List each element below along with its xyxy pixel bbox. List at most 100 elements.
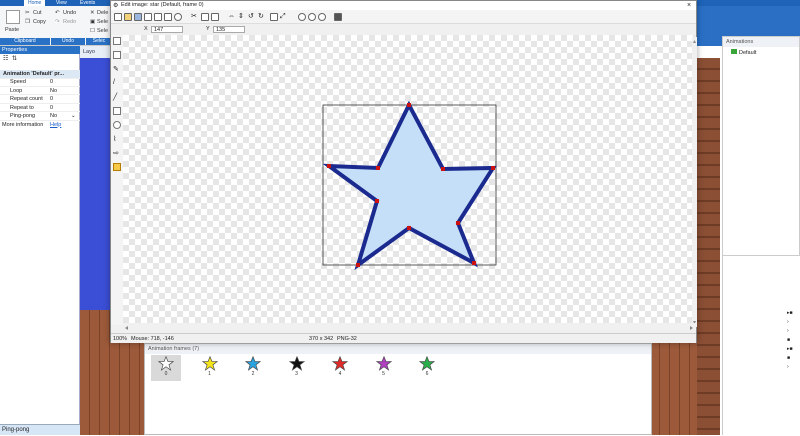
collision-point[interactable] (375, 199, 379, 203)
chevron-right-icon[interactable]: › (787, 364, 799, 370)
layout-right-strip (697, 58, 720, 435)
x-input[interactable]: 147 (151, 26, 183, 33)
hotspot-coords: X 147 Y 135 (111, 24, 696, 35)
animation-frame[interactable]: 6 (412, 355, 442, 381)
prop-row-loop[interactable]: Loop No (0, 87, 80, 95)
redo-button[interactable]: Redo (63, 19, 76, 25)
collision-point[interactable] (472, 261, 476, 265)
vertical-scrollbar[interactable] (692, 37, 698, 327)
editor-canvas[interactable] (123, 35, 695, 325)
line-tool-icon[interactable]: ╱ (113, 93, 121, 101)
chevron-right-icon[interactable]: › (787, 328, 799, 334)
pencil-tool-icon[interactable]: ✎ (113, 65, 121, 73)
zoom-in-icon[interactable] (298, 13, 306, 21)
prop-row-ping-pong[interactable]: Ping-pong No ⌄ (0, 112, 80, 121)
frame-number: 2 (251, 371, 255, 377)
copy-icon[interactable] (201, 13, 209, 21)
chevron-right-icon[interactable]: › (787, 319, 799, 325)
resize-icon[interactable] (174, 13, 182, 21)
image-size: 370 x 342 (309, 336, 334, 342)
frame-number: 0 (164, 371, 168, 377)
open-icon[interactable] (124, 13, 132, 21)
select-icon: ▣ (90, 19, 96, 25)
collision-point[interactable] (376, 166, 380, 170)
frame-number: 5 (382, 371, 385, 377)
help-link[interactable]: Help (50, 121, 61, 130)
image-settings-icon[interactable] (334, 13, 342, 21)
save-icon[interactable] (134, 13, 142, 21)
collision-point[interactable] (456, 221, 460, 225)
rotate-left-icon[interactable]: ↺ (248, 13, 256, 21)
collision-polygon-tool-icon[interactable] (113, 163, 121, 171)
folder-icon[interactable]: ▸■ (787, 310, 799, 316)
crop-icon[interactable] (164, 13, 172, 21)
y-input[interactable]: 135 (213, 26, 245, 33)
categorize-icon[interactable]: ☷ (3, 55, 8, 62)
prop-row-repeat-count[interactable]: Repeat count 0 (0, 95, 80, 104)
eyedropper-tool-icon[interactable]: ⌇ (113, 135, 121, 143)
select-all-button[interactable]: Sele (97, 28, 108, 34)
hotspot-tool-icon[interactable]: ⇨ (113, 149, 121, 157)
new-icon[interactable] (114, 13, 122, 21)
eraser-tool-icon[interactable] (113, 51, 121, 59)
flip-icon[interactable]: ⇕ (238, 13, 246, 21)
fullscreen-icon[interactable]: ⤢ (280, 13, 288, 21)
prop-row-repeat-to[interactable]: Repeat to 0 (0, 104, 80, 112)
animations-title: Animations (723, 37, 799, 47)
select-all-icon: ☐ (90, 28, 95, 34)
close-button[interactable]: × (684, 1, 694, 10)
delete-button[interactable]: Dele (97, 10, 108, 16)
animation-frame[interactable]: 5 (369, 355, 399, 381)
star-image (322, 100, 497, 271)
folder-icon[interactable]: ▸■ (787, 346, 799, 352)
animation-frames-panel: Animation frames (7) 0 1 2 3 4 5 6 (144, 343, 652, 435)
mouse-position: Mouse: 718, -146 (131, 336, 174, 342)
animation-item-default[interactable]: Default (731, 49, 761, 57)
brush-tool-icon[interactable]: / (113, 79, 121, 87)
paste-button[interactable]: Paste (5, 27, 19, 33)
cut-icon[interactable]: ✂ (191, 13, 199, 21)
fill-tool-icon[interactable] (113, 121, 121, 129)
zoom-reset-icon[interactable] (318, 13, 326, 21)
collision-point[interactable] (356, 263, 360, 267)
rotate-right-icon[interactable]: ↻ (258, 13, 266, 21)
collision-point[interactable] (441, 167, 445, 171)
frame-number: 1 (208, 371, 211, 377)
delete-icon: ✕ (90, 10, 95, 16)
animation-frame[interactable]: 1 (195, 355, 225, 381)
prop-row-speed[interactable]: Speed 0 (0, 78, 80, 87)
animation-frame[interactable]: 3 (282, 355, 312, 381)
chevron-down-icon[interactable]: ⌄ (71, 112, 76, 121)
folder-icon[interactable]: ■ (787, 337, 799, 343)
paste-icon (6, 10, 20, 24)
collision-point[interactable] (491, 166, 495, 170)
editor-title: Edit image: star (Default, frame 0) (111, 1, 696, 10)
rectangle-tool-icon[interactable] (113, 107, 121, 115)
collision-point[interactable] (407, 103, 411, 107)
undo-button[interactable]: Undo (63, 10, 76, 16)
crop-tool-icon[interactable] (270, 13, 278, 21)
copy-icon: ❐ (25, 19, 30, 25)
export-icon[interactable] (144, 13, 152, 21)
select-tool-icon[interactable] (113, 37, 121, 45)
frame-number: 3 (295, 371, 298, 377)
mirror-icon[interactable]: ⇔ (228, 13, 236, 21)
animation-frame[interactable]: 2 (238, 355, 268, 381)
collision-point[interactable] (327, 164, 331, 168)
select-button[interactable]: Sele (97, 19, 108, 25)
undo-icon: ↶ (55, 10, 60, 16)
folder-icon[interactable]: ■ (787, 355, 799, 361)
paste-icon[interactable] (211, 13, 219, 21)
sort-icon[interactable]: ⇅ (12, 55, 17, 62)
horizontal-scrollbar[interactable] (123, 323, 695, 333)
copy-button[interactable]: Copy (33, 19, 46, 25)
group-clipboard-label: Clipboard (0, 38, 50, 45)
collision-point[interactable] (407, 226, 411, 230)
cut-button[interactable]: Cut (33, 10, 42, 16)
animation-frame[interactable]: 4 (325, 355, 355, 381)
tab-layout[interactable]: Layo (80, 46, 110, 58)
properties-title: Properties (0, 46, 80, 54)
zoom-out-icon[interactable] (308, 13, 316, 21)
animation-frame[interactable]: 0 (151, 355, 181, 381)
import-icon[interactable] (154, 13, 162, 21)
